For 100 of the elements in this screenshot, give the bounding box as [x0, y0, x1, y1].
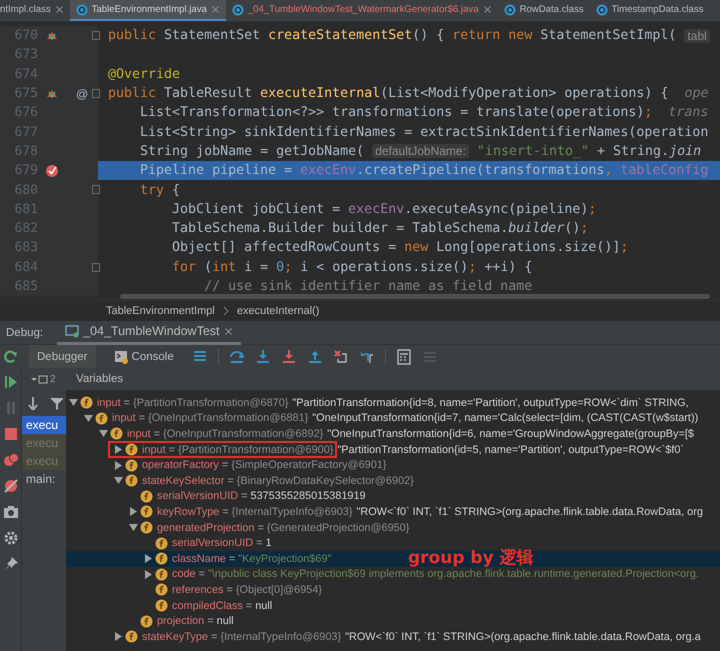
variable-name: stateKeyType = {InternalTypeInfo@6903}: [142, 630, 342, 643]
field-icon: [140, 490, 153, 503]
field-icon: [125, 458, 138, 472]
force-step-into-icon[interactable]: [280, 348, 297, 364]
variable-name: serialVersionUID =: [172, 537, 263, 550]
variable-value: "KeyProjection$69": [238, 552, 332, 565]
fold-icon[interactable]: [92, 31, 100, 40]
code-line: for (int i = 0; i < operations.size(); ++i) {: [171, 258, 534, 277]
variable-name: generatedProjection = {GeneratedProjection@6950}: [157, 522, 410, 534]
field-icon: [155, 552, 168, 566]
stack-frame[interactable]: execu: [22, 416, 66, 434]
expanded-triangle-icon[interactable]: [114, 476, 123, 486]
thread-count[interactable]: 2: [50, 374, 56, 384]
variable-name: input = {PartitionTransformation@6900}: [142, 444, 334, 456]
filter-icon[interactable]: [49, 396, 63, 410]
stack-frame[interactable]: main:: [22, 470, 66, 488]
calculator-icon[interactable]: [396, 348, 412, 364]
camera-icon[interactable]: [3, 504, 18, 519]
field-icon: [155, 583, 168, 596]
settings-icon[interactable]: [3, 530, 18, 545]
variable-value: 5375355285015381919: [250, 490, 366, 502]
variable-name: code =: [172, 568, 206, 580]
editor-tab[interactable]: ntImpl.class: [0, 0, 70, 21]
mute-breakpoints-icon[interactable]: [3, 478, 18, 493]
expanded-triangle-icon[interactable]: [129, 523, 138, 532]
annotation-label: group by 逻辑: [408, 548, 534, 568]
variable-value: "\npublic class KeyProjection$69 implements org.apache.flink.table.runtime.generated.Projection<org.: [208, 568, 699, 580]
scrollbar[interactable]: [120, 294, 710, 299]
variable-value: "ROW<`f0` INT, `f1` STRING>(org.apache.flink.table.data.RowData, org.a: [345, 630, 701, 643]
code-line: public StatementSet createStatementSet() { return new StatementSetImpl( tabl: [98, 26, 720, 46]
chevron-icon: [222, 306, 229, 316]
expanded-triangle-icon[interactable]: [99, 429, 108, 438]
variable-value: 1: [266, 537, 272, 550]
field-icon: [155, 568, 168, 581]
annotation-marker[interactable]: @: [76, 86, 88, 101]
debug-tab[interactable]: Console: [106, 344, 182, 368]
panel-title: Debug:: [6, 326, 44, 338]
field-icon: [155, 536, 168, 550]
field-icon: [125, 630, 138, 644]
stop-icon[interactable]: [3, 426, 18, 441]
field-icon: [140, 614, 153, 628]
code-line: @Override: [107, 66, 182, 84]
fold-icon[interactable]: [92, 185, 100, 194]
variable-name: projection =: [157, 615, 214, 628]
debug-tab[interactable]: Debugger: [29, 344, 96, 368]
collapsed-triangle-icon[interactable]: [144, 554, 153, 564]
variable-value: "PartitionTransformation{id=8, name='Partition', outputType=ROW<`dim` STRING,: [292, 396, 689, 409]
close-icon[interactable]: [54, 5, 64, 14]
variable-name: serialVersionUID =: [157, 490, 248, 502]
fold-icon[interactable]: [92, 262, 100, 272]
collapsed-triangle-icon[interactable]: [114, 445, 123, 454]
code-line: Object[] affectedRowCounts = new Long[operations.size()];: [171, 239, 630, 258]
field-icon: [110, 427, 123, 440]
variable-value: "PartitionTransformation{id=5, name='Partition', outputType=ROW<`$f0`: [337, 444, 684, 456]
class-file-icon: [596, 4, 608, 16]
breakpoints-icon[interactable]: [3, 452, 18, 467]
expanded-triangle-icon[interactable]: [84, 414, 93, 423]
collapsed-triangle-icon[interactable]: [114, 460, 123, 470]
editor-tab[interactable]: _04_TumbleWindowTest_WatermarkGenerator$6.java: [226, 0, 498, 21]
class-file-icon: [504, 4, 516, 16]
variable-name: input = {OneInputTransformation@6892}: [127, 428, 324, 440]
session-icon: [65, 324, 80, 338]
variable-name: keyRowType = {InternalTypeInfo@6903}: [157, 506, 352, 518]
close-icon[interactable]: [224, 326, 233, 336]
variable-name: compiledClass =: [172, 600, 252, 612]
fold-icon[interactable]: [92, 88, 100, 98]
step-into-icon[interactable]: [254, 348, 271, 364]
collapsed-triangle-icon[interactable]: [144, 570, 153, 579]
breadcrumb[interactable]: TableEnvironmentImpl: [106, 304, 215, 316]
variable-value: null: [216, 615, 234, 628]
pin-icon[interactable]: [3, 556, 18, 571]
field-icon: [155, 599, 168, 612]
console-icon: [114, 350, 128, 364]
thread-selector-icon[interactable]: [30, 374, 48, 384]
class-file-icon: [76, 4, 88, 16]
code-line: List<Transformation<?>> transformations = translate(operations); trans: [139, 104, 710, 122]
editor-tab[interactable]: RowData.class: [498, 0, 590, 21]
rerun-icon[interactable]: [3, 348, 19, 364]
variable-name: operatorFactory = {SimpleOperatorFactory@6901}: [142, 459, 386, 472]
collapsed-triangle-icon[interactable]: [129, 507, 138, 516]
field-icon: [95, 412, 108, 425]
field-icon: [125, 474, 138, 488]
variable-name: stateKeySelector = {BinaryRowDataKeySelector@6902}: [142, 474, 414, 487]
collapsed-triangle-icon[interactable]: [114, 632, 123, 642]
panel-title: Variables: [76, 373, 124, 385]
close-icon[interactable]: [482, 5, 492, 14]
drop-frame-icon[interactable]: [332, 348, 349, 364]
variable-name: className =: [172, 552, 236, 565]
code-line: String jobName = getJobName( defaultJobName: "insert-into_" + String.join: [139, 142, 702, 161]
variable-value: "OneInputTransformation{id=6, name='GroupWindowAggregate(groupBy=[$: [327, 428, 694, 440]
editor-tab[interactable]: TableEnvironmentImpl.java: [70, 0, 226, 21]
breadcrumb[interactable]: executeInternal(): [236, 304, 320, 316]
breakpoint-icon[interactable]: [45, 164, 59, 178]
expanded-triangle-icon[interactable]: [69, 398, 78, 408]
resume-icon[interactable]: [3, 374, 18, 389]
field-icon: [125, 443, 138, 456]
step-out-icon[interactable]: [306, 348, 323, 364]
editor-tab[interactable]: TimestampData.class: [590, 0, 710, 21]
field-icon: [140, 521, 153, 534]
step-over-icon[interactable]: [228, 348, 245, 364]
